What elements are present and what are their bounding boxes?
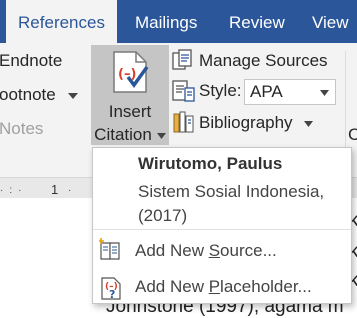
insert-citation-menu: Wirutomo, Paulus Sistem Sosial Indonesia… xyxy=(92,147,352,304)
chevron-down-icon[interactable] xyxy=(304,121,313,127)
insert-citation-label-line1: Insert xyxy=(108,102,152,121)
source-author: Wirutomo, Paulus xyxy=(138,154,283,173)
insert-endnote-button[interactable]: Endnote xyxy=(0,51,62,71)
bibliography-button[interactable]: Bibliography xyxy=(199,113,293,133)
add-placeholder-icon: (–) ? xyxy=(101,277,121,300)
style-dropdown[interactable]: APA xyxy=(244,79,336,105)
tab-review[interactable]: Review xyxy=(229,0,285,43)
manage-sources-button[interactable]: Manage Sources xyxy=(199,51,328,71)
source-year: (2017) xyxy=(138,206,188,225)
add-new-placeholder-item[interactable]: (–) ? Add New Placeholder... xyxy=(93,272,351,302)
chevron-down-icon[interactable] xyxy=(68,93,78,99)
add-source-icon xyxy=(99,238,120,260)
chevron-down-icon xyxy=(320,90,329,96)
ribbon-tab-bar: References Mailings Review View xyxy=(0,0,357,43)
style-label: Style: xyxy=(199,81,242,100)
ruler-ticks: ·:· xyxy=(0,185,28,196)
tab-references[interactable]: References xyxy=(6,0,117,43)
ruler-ticks: · xyxy=(68,185,72,196)
menu-divider xyxy=(93,229,351,230)
next-footnote-button[interactable]: ootnote xyxy=(0,85,56,105)
show-notes-button: Notes xyxy=(0,119,44,138)
tab-view[interactable]: View xyxy=(312,0,349,43)
add-new-source-label: Add New Source... xyxy=(135,241,277,260)
chevron-down-icon xyxy=(156,132,166,139)
manage-sources-icon xyxy=(172,49,192,70)
style-icon xyxy=(172,80,195,102)
insert-citation-icon: (–) xyxy=(113,51,149,93)
insert-citation-label-line2: Citation xyxy=(91,125,169,145)
insert-citation-button[interactable]: (–) Insert Citation xyxy=(91,45,169,145)
next-group-partial-label: C xyxy=(348,125,357,144)
svg-text:?: ? xyxy=(109,288,115,300)
source-title: Sistem Sosial Indonesia, xyxy=(138,182,325,201)
citation-source-item[interactable]: Wirutomo, Paulus Sistem Sosial Indonesia… xyxy=(93,148,351,228)
tab-mailings[interactable]: Mailings xyxy=(135,0,197,43)
svg-text:(–): (–) xyxy=(118,67,136,82)
add-new-placeholder-label: Add New Placeholder... xyxy=(135,277,312,296)
style-value: APA xyxy=(250,82,283,101)
add-new-source-item[interactable]: Add New Source... xyxy=(93,236,351,266)
ruler-number: 1 xyxy=(51,182,59,197)
bibliography-icon xyxy=(173,111,194,133)
